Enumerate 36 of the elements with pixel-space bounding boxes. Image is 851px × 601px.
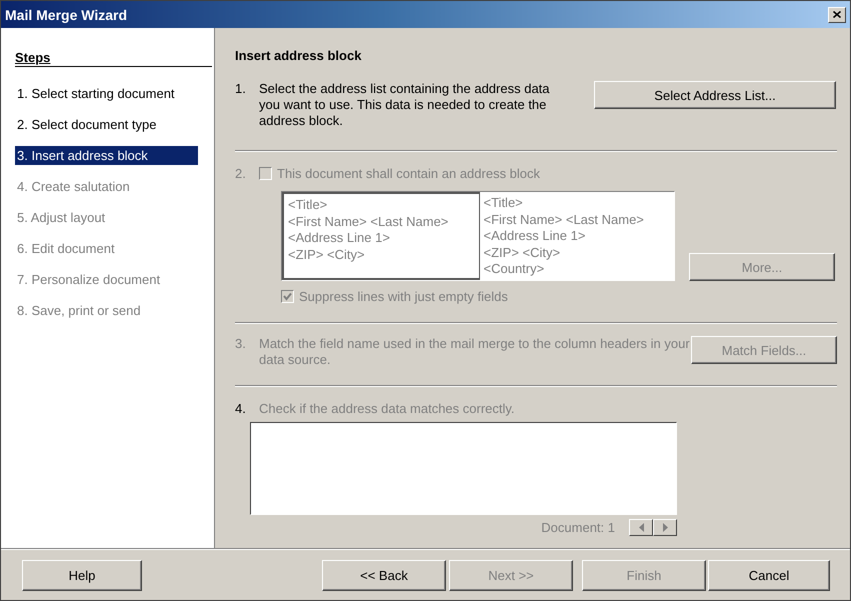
step-item[interactable]: 1. Select starting document [15, 84, 198, 103]
wizard-button[interactable]: << Back [322, 560, 446, 590]
left-arrow-icon [638, 523, 644, 532]
close-icon [833, 11, 841, 18]
step-number: 2. [235, 166, 247, 181]
address-field-line: <Country> [484, 261, 546, 278]
address-field-line: <First Name> <Last Name> [288, 214, 450, 230]
previous-button[interactable] [629, 519, 653, 536]
step-number: 4. [235, 401, 247, 416]
select-address-list-button[interactable]: Select Address List... [594, 81, 836, 109]
instruction-text: Select the address list containing the address data you want to use. This data is needed to create the address block. [259, 81, 551, 129]
address-field-line: <ZIP> <City> [288, 246, 366, 263]
address-block-preview[interactable]: <Title> <First Name> <Last Name> <Address Line 1> <ZIP> <City> <Title> <First Name> <Last Name> <Address Line 1> <ZIP> <City> <Country> [281, 191, 675, 281]
next-record-button[interactable] [653, 519, 677, 536]
checkbox-label: Suppress lines with just empty fields [299, 289, 508, 304]
window-title: Mail Merge Wizard [5, 6, 128, 22]
address-field-line: <Address Line 1> [288, 230, 391, 246]
step-number: 1. [235, 81, 247, 98]
step-item[interactable]: 3. Insert address block [15, 146, 198, 165]
step-item[interactable]: 2. Select document type [15, 115, 198, 134]
address-field-line: <Address Line 1> [484, 228, 586, 244]
steps-heading: Steps [15, 50, 212, 67]
address-field-line: <First Name> <Last Name> [484, 212, 645, 228]
close-button[interactable] [828, 6, 846, 22]
instruction-text: Check if the address data matches correctly. [259, 401, 515, 416]
wizard-button[interactable]: Cancel [708, 560, 830, 590]
address-field-line: <ZIP> <City> [484, 244, 562, 261]
checkbox-label: This document shall contain an address block [277, 166, 540, 181]
right-arrow-icon [662, 523, 668, 532]
address-field-line: <Title> [288, 197, 328, 214]
address-field-line: <Title> [484, 195, 524, 212]
document-counter: Document: 1 [541, 520, 615, 535]
page-title: Insert address block [235, 48, 362, 63]
wizard-button[interactable]: Help [22, 560, 142, 590]
instruction-text: Match the field name used in the mail merge to the column headers in your data source. [259, 336, 691, 368]
step-number: 3. [235, 336, 247, 353]
